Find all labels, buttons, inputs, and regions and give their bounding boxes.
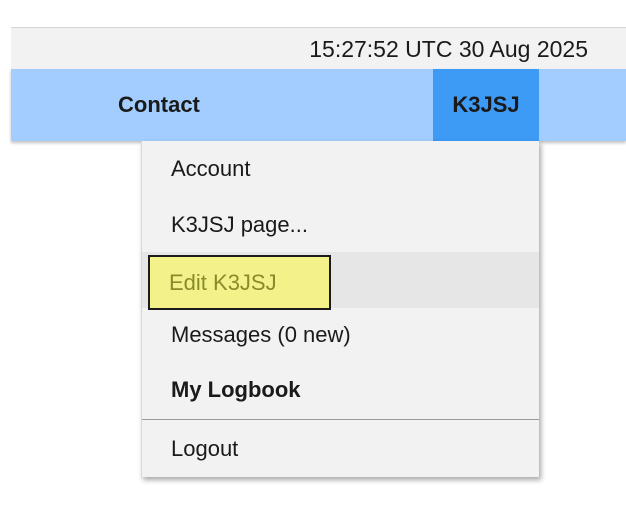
menu-item-messages[interactable]: Messages (0 new) xyxy=(142,307,539,363)
nav-user-menu-button[interactable]: K3JSJ xyxy=(433,69,539,141)
top-status-bar: 15:27:52 UTC 30 Aug 2025 xyxy=(11,27,626,69)
menu-item-user-page[interactable]: K3JSJ page... xyxy=(142,197,539,253)
nav-contact-link[interactable]: Contact xyxy=(118,69,200,141)
menu-item-my-logbook[interactable]: My Logbook xyxy=(142,362,539,418)
menu-item-logout[interactable]: Logout xyxy=(142,421,539,477)
utc-clock: 15:27:52 UTC 30 Aug 2025 xyxy=(309,36,588,62)
main-nav-bar: Contact K3JSJ xyxy=(11,69,626,141)
menu-divider xyxy=(142,419,539,420)
menu-item-account[interactable]: Account xyxy=(142,141,539,197)
page: 15:27:52 UTC 30 Aug 2025 Contact K3JSJ A… xyxy=(0,0,626,519)
menu-item-edit-profile-highlighted[interactable]: Edit K3JSJ xyxy=(148,255,331,310)
